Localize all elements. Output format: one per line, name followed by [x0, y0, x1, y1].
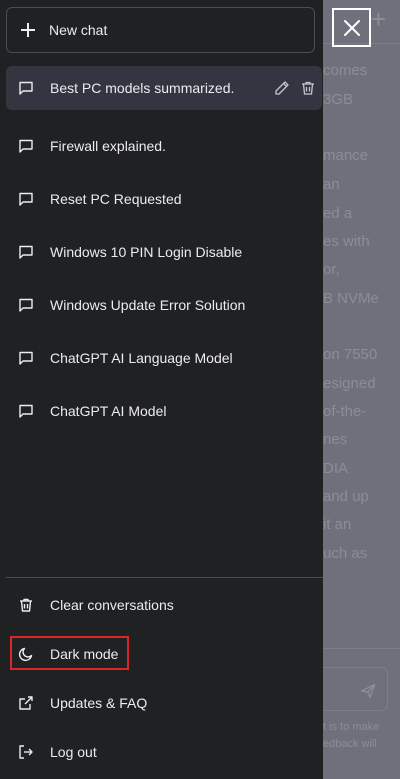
trash-icon [20, 598, 32, 612]
chat-text-line: es with [323, 233, 370, 250]
edit-pencil-icon[interactable] [274, 80, 290, 96]
chat-text-line: B NVMe [323, 290, 379, 307]
history-item[interactable]: Windows Update Error Solution [6, 278, 322, 331]
external-link-icon [19, 695, 33, 710]
delete-trash-icon[interactable] [300, 80, 316, 96]
close-sidebar-button[interactable] [332, 8, 371, 47]
chat-text-line: uch as [323, 545, 368, 562]
history-item-active[interactable]: Best PC models summarized. [6, 66, 322, 110]
chat-bubble-icon [19, 81, 33, 95]
chat-bubble-icon [19, 192, 33, 206]
chat-text-line: and up [323, 488, 369, 505]
chat-text-line: it an [323, 516, 352, 533]
log-out-button[interactable]: Log out [6, 727, 322, 776]
chat-text-line: comes [323, 62, 368, 79]
sidebar-drawer: New chat Best PC models summarized. Fire… [0, 0, 323, 779]
history-item[interactable]: Windows 10 PIN Login Disable [6, 225, 322, 278]
close-icon [343, 19, 360, 36]
clear-conversations-button[interactable]: Clear conversations [6, 580, 322, 629]
chat-text-line: mance [323, 147, 369, 164]
history-item[interactable]: Firewall explained. [6, 119, 322, 172]
history-item-label: Best PC models summarized. [50, 80, 235, 96]
chat-bubble-icon [19, 351, 33, 365]
chat-text-line: nes [323, 431, 348, 448]
history-item[interactable]: Reset PC Requested [6, 172, 322, 225]
history-item-label: Reset PC Requested [50, 190, 182, 207]
history-item[interactable]: ChatGPT AI Model [6, 384, 322, 437]
chat-text-line: esigned [323, 375, 376, 392]
dark-mode-highlight-box [10, 636, 129, 670]
chat-text-line: an [323, 176, 340, 193]
history-item[interactable]: ChatGPT AI Language Model [6, 331, 322, 384]
chat-history-list: Best PC models summarized. Firewall expl… [6, 66, 322, 437]
log-out-icon [19, 744, 33, 759]
disclaimer-line: t is to make [323, 721, 380, 733]
history-item-label: ChatGPT AI Model [50, 402, 167, 419]
sidebar-divider [6, 577, 323, 578]
history-item-label: Windows 10 PIN Login Disable [50, 243, 243, 260]
chat-bubble-icon [19, 298, 33, 312]
plus-icon [21, 23, 35, 37]
message-composer [323, 648, 400, 711]
chat-text-line: on 7550 [323, 346, 378, 363]
disclaimer-line: edback will [323, 738, 377, 750]
chat-text-line: of-the- [323, 403, 367, 420]
history-item-label: ChatGPT AI Language Model [50, 349, 233, 366]
chat-text-line: or, [323, 261, 340, 278]
menu-item-label: Log out [50, 743, 97, 760]
sidebar-menu: Clear conversations Dark mode Updates & … [6, 580, 322, 776]
message-input [323, 667, 388, 711]
menu-item-label: Updates & FAQ [50, 694, 148, 711]
updates-faq-link[interactable]: Updates & FAQ [6, 678, 322, 727]
history-item-label: Firewall explained. [50, 137, 166, 154]
history-item-actions [274, 66, 316, 110]
chat-bubble-icon [19, 245, 33, 259]
chat-text-line: ed a [323, 205, 353, 222]
new-chat-plus-icon: + [370, 4, 386, 34]
history-item-label: Windows Update Error Solution [50, 296, 246, 313]
new-chat-button[interactable]: New chat [6, 7, 315, 53]
chat-bubble-icon [19, 139, 33, 153]
chat-text-line: 3GB [323, 91, 354, 108]
chat-bubble-icon [19, 404, 33, 418]
menu-item-label: Clear conversations [50, 596, 174, 613]
chat-text-line: DIA [323, 460, 349, 477]
send-icon [360, 683, 376, 699]
new-chat-label: New chat [49, 22, 108, 38]
